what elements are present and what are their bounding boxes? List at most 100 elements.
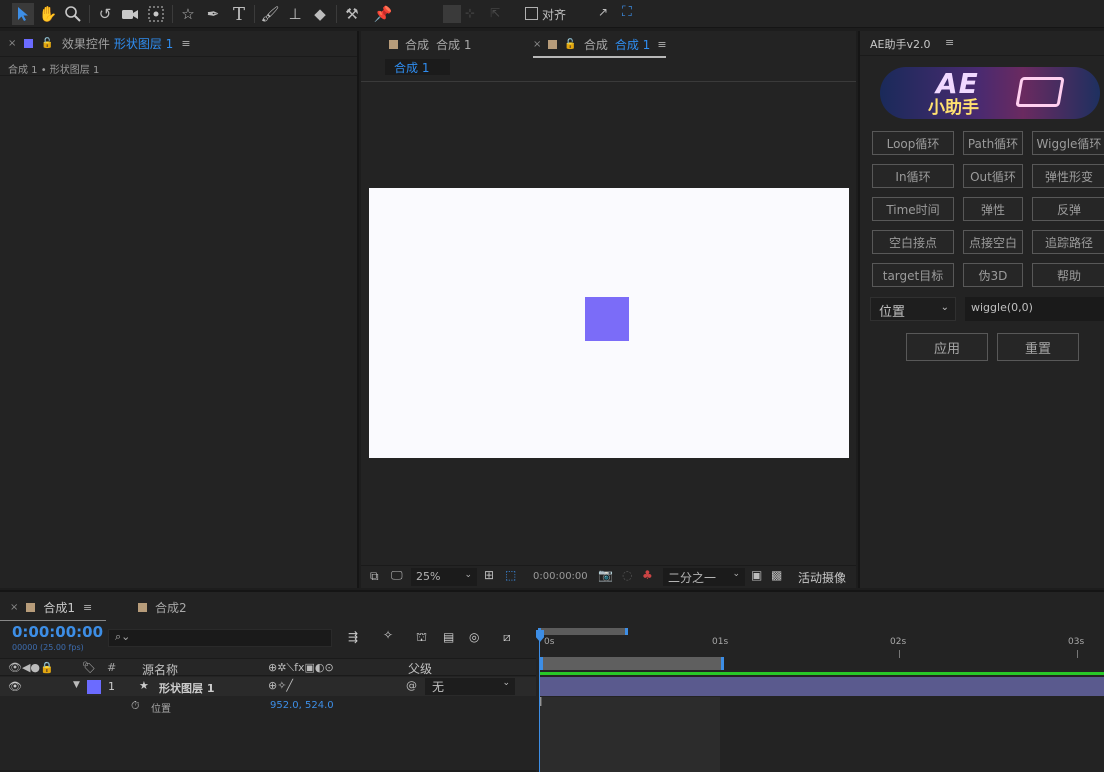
tab-comp-1[interactable]: 合成 合成 1 xyxy=(389,36,471,53)
property-select[interactable]: 位置 ⌄ xyxy=(870,297,956,321)
layer-row[interactable]: 👁 ▼ 1 ★ 形状图层 1 ⊕✧╱ @ 无 ⌄ xyxy=(0,677,536,696)
layer-name[interactable]: 形状图层 1 xyxy=(159,680,214,696)
ae-helper-button[interactable]: Out循环 xyxy=(963,164,1023,188)
panel-menu-icon[interactable]: ≡ xyxy=(83,601,92,614)
comp-swatch xyxy=(138,603,147,612)
panel-menu-icon[interactable]: ≡ xyxy=(181,37,190,50)
pan-behind-tool-icon[interactable] xyxy=(145,3,167,25)
ae-helper-button[interactable]: target目标 xyxy=(872,263,954,287)
grid-guides-icon[interactable]: ⊞ xyxy=(484,568,494,582)
timeline-tab-comp2[interactable]: 合成2 xyxy=(138,599,187,616)
close-icon[interactable]: × xyxy=(533,39,541,50)
pick-whip-icon[interactable]: @ xyxy=(406,679,417,692)
graph-editor-icon[interactable]: ⧄ xyxy=(503,630,511,645)
snap-icon[interactable]: ⛶ xyxy=(622,4,632,20)
rotate-tool-icon[interactable]: ↺ xyxy=(94,3,116,25)
ae-helper-button[interactable]: 空白接点 xyxy=(872,230,954,254)
column-source-name[interactable]: 源名称 xyxy=(142,661,178,678)
shy-layers-icon[interactable]: ⛫ xyxy=(416,630,427,646)
subtab-comp[interactable]: 合成 1 xyxy=(385,59,450,75)
roto-brush-tool-icon[interactable]: ⚒ xyxy=(341,3,363,25)
ae-helper-button[interactable]: 伪3D xyxy=(963,263,1023,287)
frame-blending-icon[interactable]: ▤ xyxy=(443,630,454,644)
playhead-handle[interactable] xyxy=(536,630,544,642)
region-of-interest-icon[interactable]: ▣ xyxy=(751,568,762,582)
property-value[interactable]: 952.0, 524.0 xyxy=(270,700,334,711)
expand-icon[interactable]: ↗ xyxy=(598,5,608,19)
work-area-bar[interactable] xyxy=(540,657,724,670)
comp-canvas[interactable] xyxy=(369,188,849,458)
current-time[interactable]: 0:00:00:00 xyxy=(533,571,588,582)
puppet-pin-tool-icon[interactable]: 📌 xyxy=(372,3,394,25)
hand-tool-icon[interactable]: ✋ xyxy=(37,3,59,25)
motion-blur-icon[interactable]: ◎ xyxy=(469,630,479,644)
ae-helper-button[interactable]: 追踪路径 xyxy=(1032,230,1104,254)
ae-helper-button[interactable]: Loop循环 xyxy=(872,131,954,155)
effects-layer-name: 形状图层 1 xyxy=(113,37,174,51)
parent-select[interactable]: 无 ⌄ xyxy=(425,678,515,695)
ae-helper-button[interactable]: 弹性形变 xyxy=(1032,164,1104,188)
ae-helper-button[interactable]: Path循环 xyxy=(963,131,1023,155)
eraser-tool-icon[interactable]: ◆ xyxy=(309,3,331,25)
monitor-icon[interactable]: 🖵 xyxy=(391,568,403,583)
timeline-tab-comp1[interactable]: × 合成1 ≡ xyxy=(10,599,92,616)
av-features-icons[interactable]: 👁◀●🔒 xyxy=(8,661,54,674)
clone-stamp-tool-icon[interactable]: ⊥ xyxy=(284,3,306,25)
ae-helper-button[interactable]: 反弹 xyxy=(1032,197,1104,221)
ruler-3s: 03s xyxy=(1068,637,1085,647)
timeline-timecode[interactable]: 0:00:00:00 xyxy=(12,623,103,641)
align-checkbox[interactable] xyxy=(525,7,538,20)
lock-icon[interactable]: 🔓 xyxy=(41,38,53,49)
camera-select[interactable]: 活动摄像 xyxy=(798,569,846,586)
type-tool-icon[interactable]: T xyxy=(228,3,250,25)
ae-helper-button[interactable]: Time时间 xyxy=(872,197,954,221)
transparency-grid-icon[interactable]: ▩ xyxy=(771,568,782,582)
layer-label-color[interactable] xyxy=(87,680,101,694)
composition-flowchart-icon[interactable]: ⇶ xyxy=(348,630,358,644)
label-icon[interactable]: 🏷 xyxy=(82,661,96,674)
close-icon[interactable]: × xyxy=(10,602,18,613)
expand-triangle-icon[interactable]: ▼ xyxy=(73,680,80,690)
reset-button[interactable]: 重置 xyxy=(997,333,1079,361)
ae-helper-button[interactable]: 弹性 xyxy=(963,197,1023,221)
ae-helper-button[interactable]: 点接空白 xyxy=(963,230,1023,254)
resolution-select[interactable]: 二分之一 ⌄ xyxy=(663,568,745,586)
ae-helper-button[interactable]: 帮助 xyxy=(1032,263,1104,287)
camera-tool-icon[interactable] xyxy=(119,3,141,25)
layer-switches-icons[interactable]: ⊕✧╱ xyxy=(268,679,293,692)
zoom-tool-icon[interactable] xyxy=(62,3,84,25)
fill-swatch[interactable] xyxy=(443,5,461,23)
selection-tool-icon[interactable] xyxy=(12,3,34,25)
show-snapshot-icon[interactable]: ◌ xyxy=(622,568,632,582)
stopwatch-icon[interactable]: ⏱ xyxy=(131,699,140,713)
magnify-icon[interactable]: ⧉ xyxy=(370,569,379,584)
expression-input[interactable]: wiggle(0,0) xyxy=(965,297,1104,321)
channel-icon[interactable]: ♣ xyxy=(642,568,653,582)
column-index: # xyxy=(107,661,117,674)
panel-menu-icon[interactable]: ≡ xyxy=(945,36,954,49)
layer-duration-bar[interactable] xyxy=(540,677,1104,696)
visibility-eye-icon[interactable]: 👁 xyxy=(8,680,22,693)
lock-icon[interactable]: 🔓 xyxy=(564,39,576,50)
ae-helper-button[interactable]: Wiggle循环 xyxy=(1032,131,1104,155)
playhead-line[interactable] xyxy=(539,632,540,772)
draft-3d-icon[interactable]: ✧ xyxy=(383,628,393,642)
time-graph[interactable]: 0s 01s 02s 03s I xyxy=(536,622,1104,772)
pen-tool-icon[interactable]: ✒ xyxy=(202,3,224,25)
effects-tab[interactable]: × 🔓 效果控件 形状图层 1 ≡ xyxy=(0,31,357,57)
zoom-select[interactable]: 25% ⌄ xyxy=(411,568,477,586)
tab-comp-1-active[interactable]: × 🔓 合成 合成 1 ≡ xyxy=(533,36,667,58)
layer-search-input[interactable]: ⌕⌄ xyxy=(108,629,332,647)
mask-visibility-icon[interactable]: ⬚ xyxy=(505,568,516,582)
star-shape-tool-icon[interactable]: ☆ xyxy=(177,3,199,25)
apply-button[interactable]: 应用 xyxy=(906,333,988,361)
brush-tool-icon[interactable]: 🖌 xyxy=(259,3,281,25)
work-area-navigator[interactable] xyxy=(538,628,628,635)
snapshot-icon[interactable]: 📷 xyxy=(598,568,613,582)
shape-layer-square[interactable] xyxy=(585,297,629,341)
ae-helper-button[interactable]: In循环 xyxy=(872,164,954,188)
column-parent[interactable]: 父级 xyxy=(408,660,432,677)
close-icon[interactable]: × xyxy=(8,38,16,49)
switches-icons[interactable]: ⊕✲⟍fx▣◐⊙ xyxy=(268,661,334,675)
panel-menu-icon[interactable]: ≡ xyxy=(657,38,666,51)
